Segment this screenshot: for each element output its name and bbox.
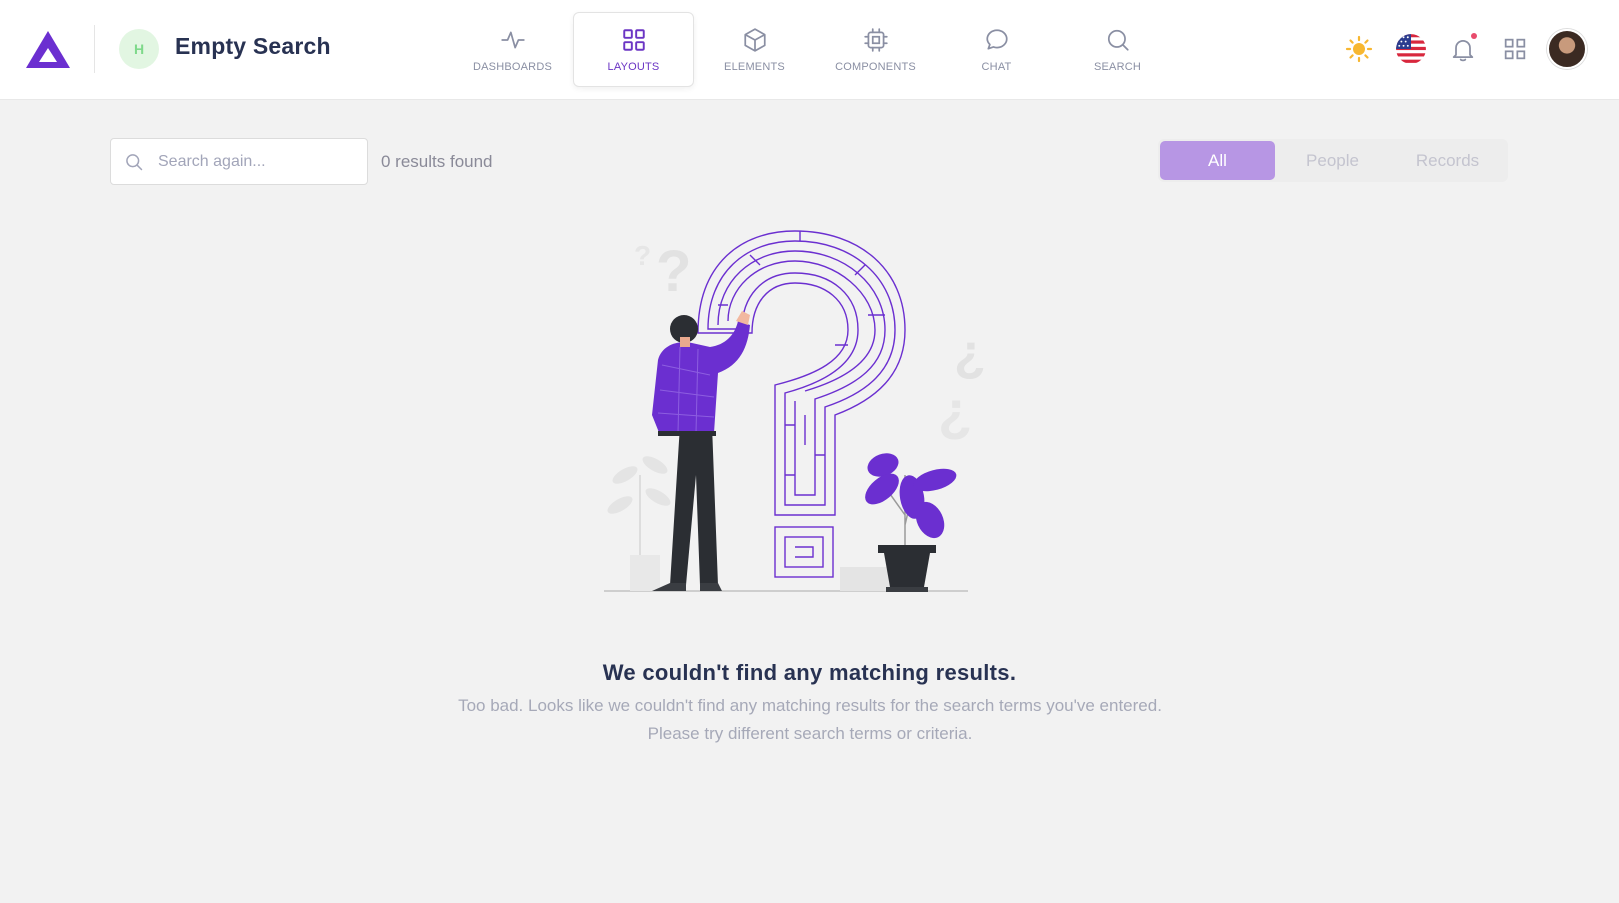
filter-tab-records[interactable]: Records xyxy=(1390,141,1505,180)
nav-tab-label: COMPONENTS xyxy=(835,60,916,73)
nav-tab-label: LAYOUTS xyxy=(607,60,660,73)
us-flag-icon xyxy=(1396,34,1426,64)
nav-tab-chat[interactable]: CHAT xyxy=(936,12,1057,87)
sun-icon xyxy=(1345,35,1373,63)
search-icon xyxy=(126,154,143,171)
chat-bubble-icon xyxy=(985,28,1008,50)
nav-tab-components[interactable]: COMPONENTS xyxy=(815,12,936,87)
page-title: Empty Search xyxy=(175,33,331,59)
apps-grid-icon xyxy=(1504,38,1526,60)
nav-tab-label: ELEMENTS xyxy=(724,60,785,73)
box-icon xyxy=(743,27,766,52)
nav-tab-layouts[interactable]: LAYOUTS xyxy=(573,12,694,87)
bell-icon xyxy=(1452,39,1474,62)
user-menu-button[interactable] xyxy=(1545,27,1589,71)
svg-text:¿: ¿ xyxy=(938,379,972,442)
cpu-icon xyxy=(863,27,888,52)
project-avatar[interactable]: H xyxy=(119,29,159,69)
empty-state-description: Too bad. Looks like we couldn't find any… xyxy=(458,696,1162,743)
user-avatar xyxy=(1547,29,1587,69)
empty-state-title: We couldn't find any matching results. xyxy=(602,660,1017,685)
notifications-button[interactable] xyxy=(1441,27,1485,71)
maze-question-mark-illustration: ? ? ¿ ¿ xyxy=(604,230,986,592)
triangle-logo-icon[interactable] xyxy=(24,28,72,70)
svg-text:?: ? xyxy=(634,240,651,271)
theme-toggle-button[interactable] xyxy=(1337,27,1381,71)
svg-text:?: ? xyxy=(656,239,691,304)
header-actions xyxy=(1329,27,1589,71)
header-divider xyxy=(94,25,95,73)
svg-text:¿: ¿ xyxy=(954,324,986,382)
main-nav: DASHBOARDS LAYOUTS ELEMENTS COMPONENTS C… xyxy=(452,12,1178,87)
grid-icon xyxy=(622,28,645,51)
nav-tab-dashboards[interactable]: DASHBOARDS xyxy=(452,12,573,87)
apps-button[interactable] xyxy=(1493,27,1537,71)
language-button[interactable] xyxy=(1389,27,1433,71)
filter-tab-people[interactable]: People xyxy=(1275,141,1390,180)
nav-tab-label: CHAT xyxy=(981,60,1012,73)
results-count: 0 results found xyxy=(381,152,493,171)
search-field[interactable] xyxy=(110,138,368,185)
nav-tab-label: SEARCH xyxy=(1093,60,1142,73)
top-navbar: H Empty Search DASHBOARDS LAYOUTS ELEMEN… xyxy=(0,0,1619,100)
search-icon xyxy=(1107,29,1129,51)
search-input[interactable] xyxy=(158,139,358,184)
nav-tab-elements[interactable]: ELEMENTS xyxy=(694,12,815,87)
nav-tab-label: DASHBOARDS xyxy=(472,60,553,73)
filter-tabs: All People Records xyxy=(1158,139,1508,182)
filter-tab-all[interactable]: All xyxy=(1160,141,1275,180)
activity-icon xyxy=(500,31,525,48)
nav-tab-search[interactable]: SEARCH xyxy=(1057,12,1178,87)
notification-dot xyxy=(1471,33,1477,39)
